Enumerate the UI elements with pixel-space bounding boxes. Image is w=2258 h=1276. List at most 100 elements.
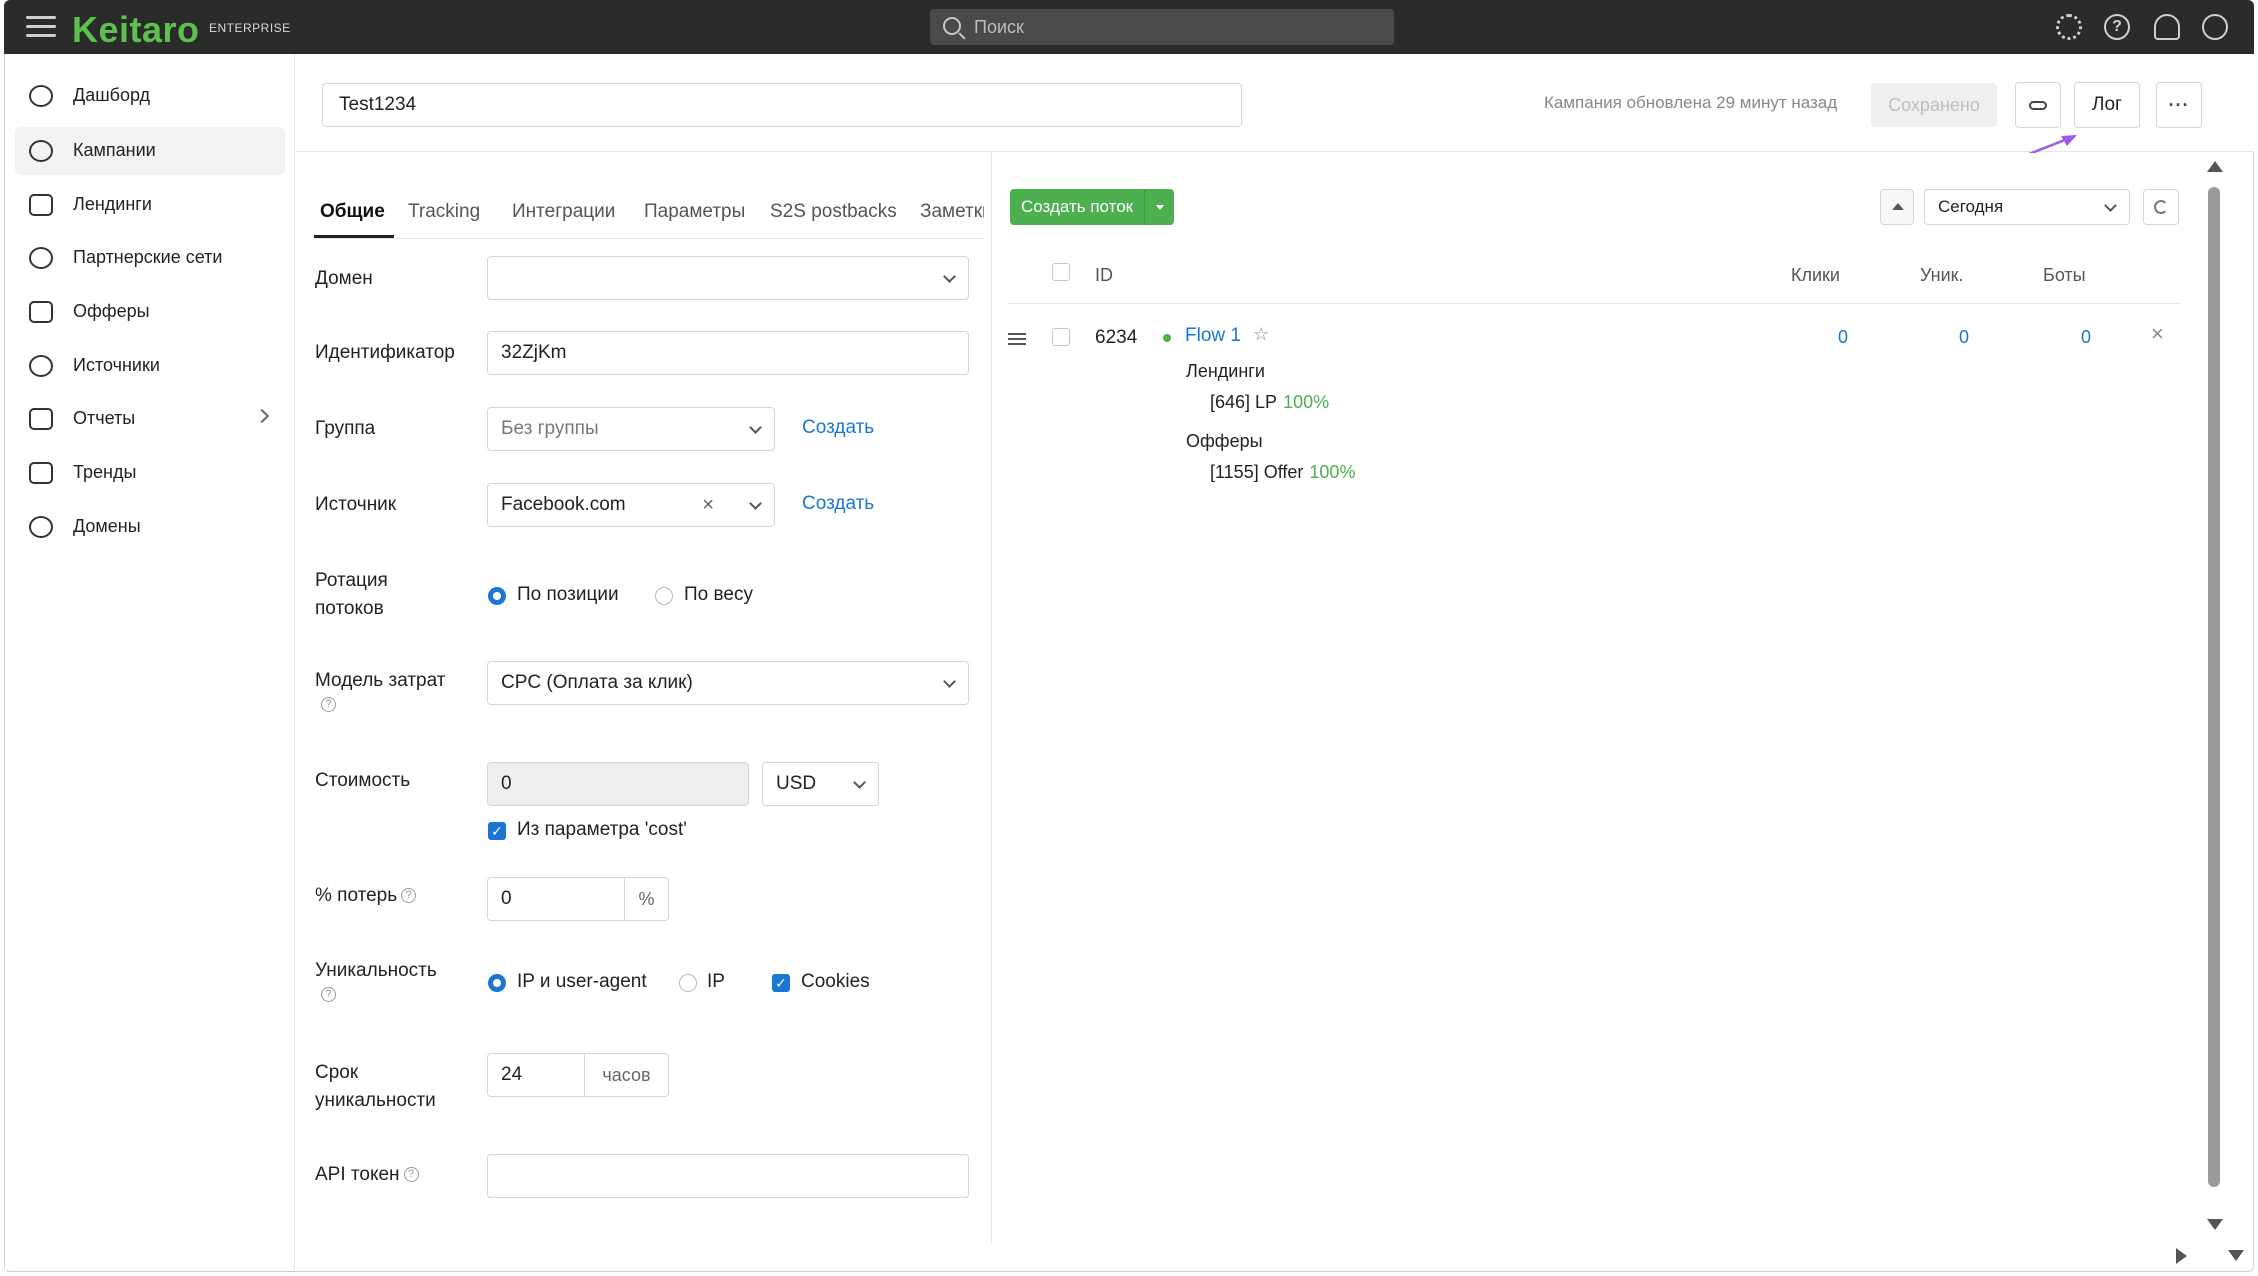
uniq-term-input[interactable]: 24 часов (487, 1053, 669, 1097)
cost-param-checkbox[interactable]: ✓ (488, 822, 506, 840)
sidebar-item-landings[interactable]: Лендинги (15, 181, 285, 229)
updated-status: Кампания обновлена 29 минут назад (1544, 93, 1838, 112)
help-circle-icon[interactable]: ? (321, 987, 336, 1002)
row-checkbox[interactable] (1052, 328, 1070, 346)
scroll-corner-down-icon[interactable] (2228, 1250, 2244, 1261)
collapse-button[interactable] (1880, 189, 1914, 225)
scroll-right-icon[interactable] (2176, 1248, 2187, 1264)
drag-handle-icon[interactable] (1008, 333, 1026, 348)
report-icon (29, 408, 53, 430)
cost-param-label[interactable]: Из параметра 'cost' (517, 819, 687, 841)
landings-title: Лендинги (1186, 361, 1265, 381)
user-icon[interactable] (2202, 14, 2228, 40)
chevron-down-icon (853, 776, 866, 789)
landing-item[interactable]: [646] LP 100% (1210, 392, 1329, 413)
loss-input[interactable]: 0 % (487, 877, 669, 921)
cost-model-value: CPC (Оплата за клик) (501, 672, 693, 693)
uniq-ip-ua-radio[interactable] (488, 974, 506, 992)
offer-item[interactable]: [1155] Offer 100% (1210, 462, 1355, 483)
copy-link-button[interactable] (2015, 82, 2061, 128)
tab-s2s-postbacks[interactable]: S2S postbacks (770, 201, 897, 223)
scroll-down-icon[interactable] (2207, 1219, 2223, 1230)
offer-item-name: [1155] Offer (1210, 462, 1304, 482)
rotation-weight-radio[interactable] (655, 587, 673, 605)
column-header-bots[interactable]: Боты (2043, 265, 2086, 286)
sidebar-item-trends[interactable]: Тренды (15, 449, 285, 497)
flow-name-link[interactable]: Flow 1 (1185, 325, 1241, 347)
flow-unique[interactable]: 0 (1959, 327, 1969, 348)
group-value: Без группы (501, 418, 599, 439)
uniqueness-label: Уникальность ? (315, 957, 437, 1002)
flow-id: 6234 (1095, 327, 1138, 348)
flow-bots[interactable]: 0 (2081, 327, 2091, 348)
offers-title: Офферы (1186, 431, 1263, 451)
create-source-link[interactable]: Создать (802, 493, 874, 515)
rotation-label-line2: потоков (315, 598, 384, 619)
flow-clicks[interactable]: 0 (1838, 327, 1848, 348)
scroll-up-icon[interactable] (2207, 161, 2223, 172)
create-group-link[interactable]: Создать (802, 417, 874, 439)
create-flow-dropdown[interactable] (1144, 189, 1174, 225)
cost-input[interactable]: 0 (487, 762, 749, 806)
column-header-id[interactable]: ID (1095, 265, 1113, 286)
uniq-ip-ua-label[interactable]: IP и user-agent (517, 971, 647, 993)
log-button[interactable]: Лог (2074, 82, 2140, 128)
uniq-ip-radio[interactable] (679, 974, 697, 992)
sidebar-item-sources[interactable]: Источники (15, 342, 285, 390)
refresh-button[interactable] (2143, 189, 2179, 225)
sidebar-item-campaigns[interactable]: Кампании (15, 127, 285, 175)
currency-value: USD (776, 773, 817, 794)
cost-model-select[interactable]: CPC (Оплата за клик) (487, 661, 969, 705)
help-circle-icon[interactable]: ? (403, 1167, 419, 1183)
sidebar-item-reports[interactable]: Отчеты (15, 395, 285, 443)
uniq-cookies-checkbox[interactable]: ✓ (772, 974, 790, 992)
more-button[interactable]: ··· (2156, 82, 2202, 128)
tab-notes[interactable]: Заметки (920, 201, 984, 223)
tab-integrations[interactable]: Интеграции (512, 201, 615, 223)
currency-select[interactable]: USD (762, 762, 879, 806)
uniq-ip-label[interactable]: IP (707, 971, 725, 993)
landing-share: 100% (1283, 392, 1330, 412)
column-header-unique[interactable]: Уник. (1920, 265, 1964, 286)
rotation-position-label[interactable]: По позиции (517, 584, 619, 606)
tab-parameters[interactable]: Параметры (644, 201, 745, 223)
menu-icon[interactable] (26, 16, 56, 38)
group-select[interactable]: Без группы (487, 407, 775, 451)
logo[interactable]: Keitaro (72, 9, 200, 51)
column-header-clicks[interactable]: Клики (1791, 265, 1840, 286)
domain-select[interactable] (487, 256, 969, 300)
clear-icon[interactable]: × (702, 484, 714, 526)
bell-icon[interactable] (2154, 14, 2180, 40)
rotation-position-radio[interactable] (488, 587, 506, 605)
delete-flow-icon[interactable]: × (2151, 321, 2164, 347)
search-box[interactable] (930, 9, 1394, 45)
api-token-input[interactable] (487, 1154, 969, 1198)
sidebar-item-affiliate-networks[interactable]: Партнерские сети (15, 234, 285, 282)
uniq-cookies-label[interactable]: Cookies (801, 971, 870, 993)
sidebar-item-domains[interactable]: Домены (15, 503, 285, 551)
source-select[interactable]: Facebook.com × (487, 483, 775, 527)
tab-general[interactable]: Общие (320, 201, 385, 223)
landing-item-name: [646] LP (1210, 392, 1278, 412)
sidebar-item-label: Источники (73, 355, 160, 375)
saved-button[interactable]: Сохранено (1871, 83, 1997, 127)
search-input[interactable] (974, 17, 1374, 37)
sidebar-item-offers[interactable]: Офферы (15, 288, 285, 336)
period-select[interactable]: Сегодня (1924, 189, 2130, 225)
help-icon[interactable]: ? (2104, 14, 2130, 40)
identifier-input[interactable]: 32ZjKm (487, 331, 969, 375)
help-circle-icon[interactable]: ? (401, 888, 417, 904)
scroll-thumb[interactable] (2208, 187, 2220, 1187)
rotation-weight-label[interactable]: По весу (684, 584, 753, 606)
gear-icon[interactable] (2056, 14, 2082, 40)
select-all-checkbox[interactable] (1052, 263, 1070, 281)
tab-tracking[interactable]: Tracking (408, 201, 480, 223)
chevron-down-icon (749, 497, 762, 510)
flows-panel: Создать поток Сегодня ID Клики Уник. Бот… (993, 153, 2203, 1243)
star-icon[interactable]: ☆ (1253, 324, 1269, 345)
help-circle-icon[interactable]: ? (321, 697, 336, 712)
sidebar-item-label: Партнерские сети (73, 247, 223, 267)
campaign-name-input[interactable] (322, 83, 1242, 127)
vertical-scrollbar[interactable] (2203, 153, 2225, 1243)
sidebar-item-dashboard[interactable]: Дашборд (15, 72, 285, 120)
